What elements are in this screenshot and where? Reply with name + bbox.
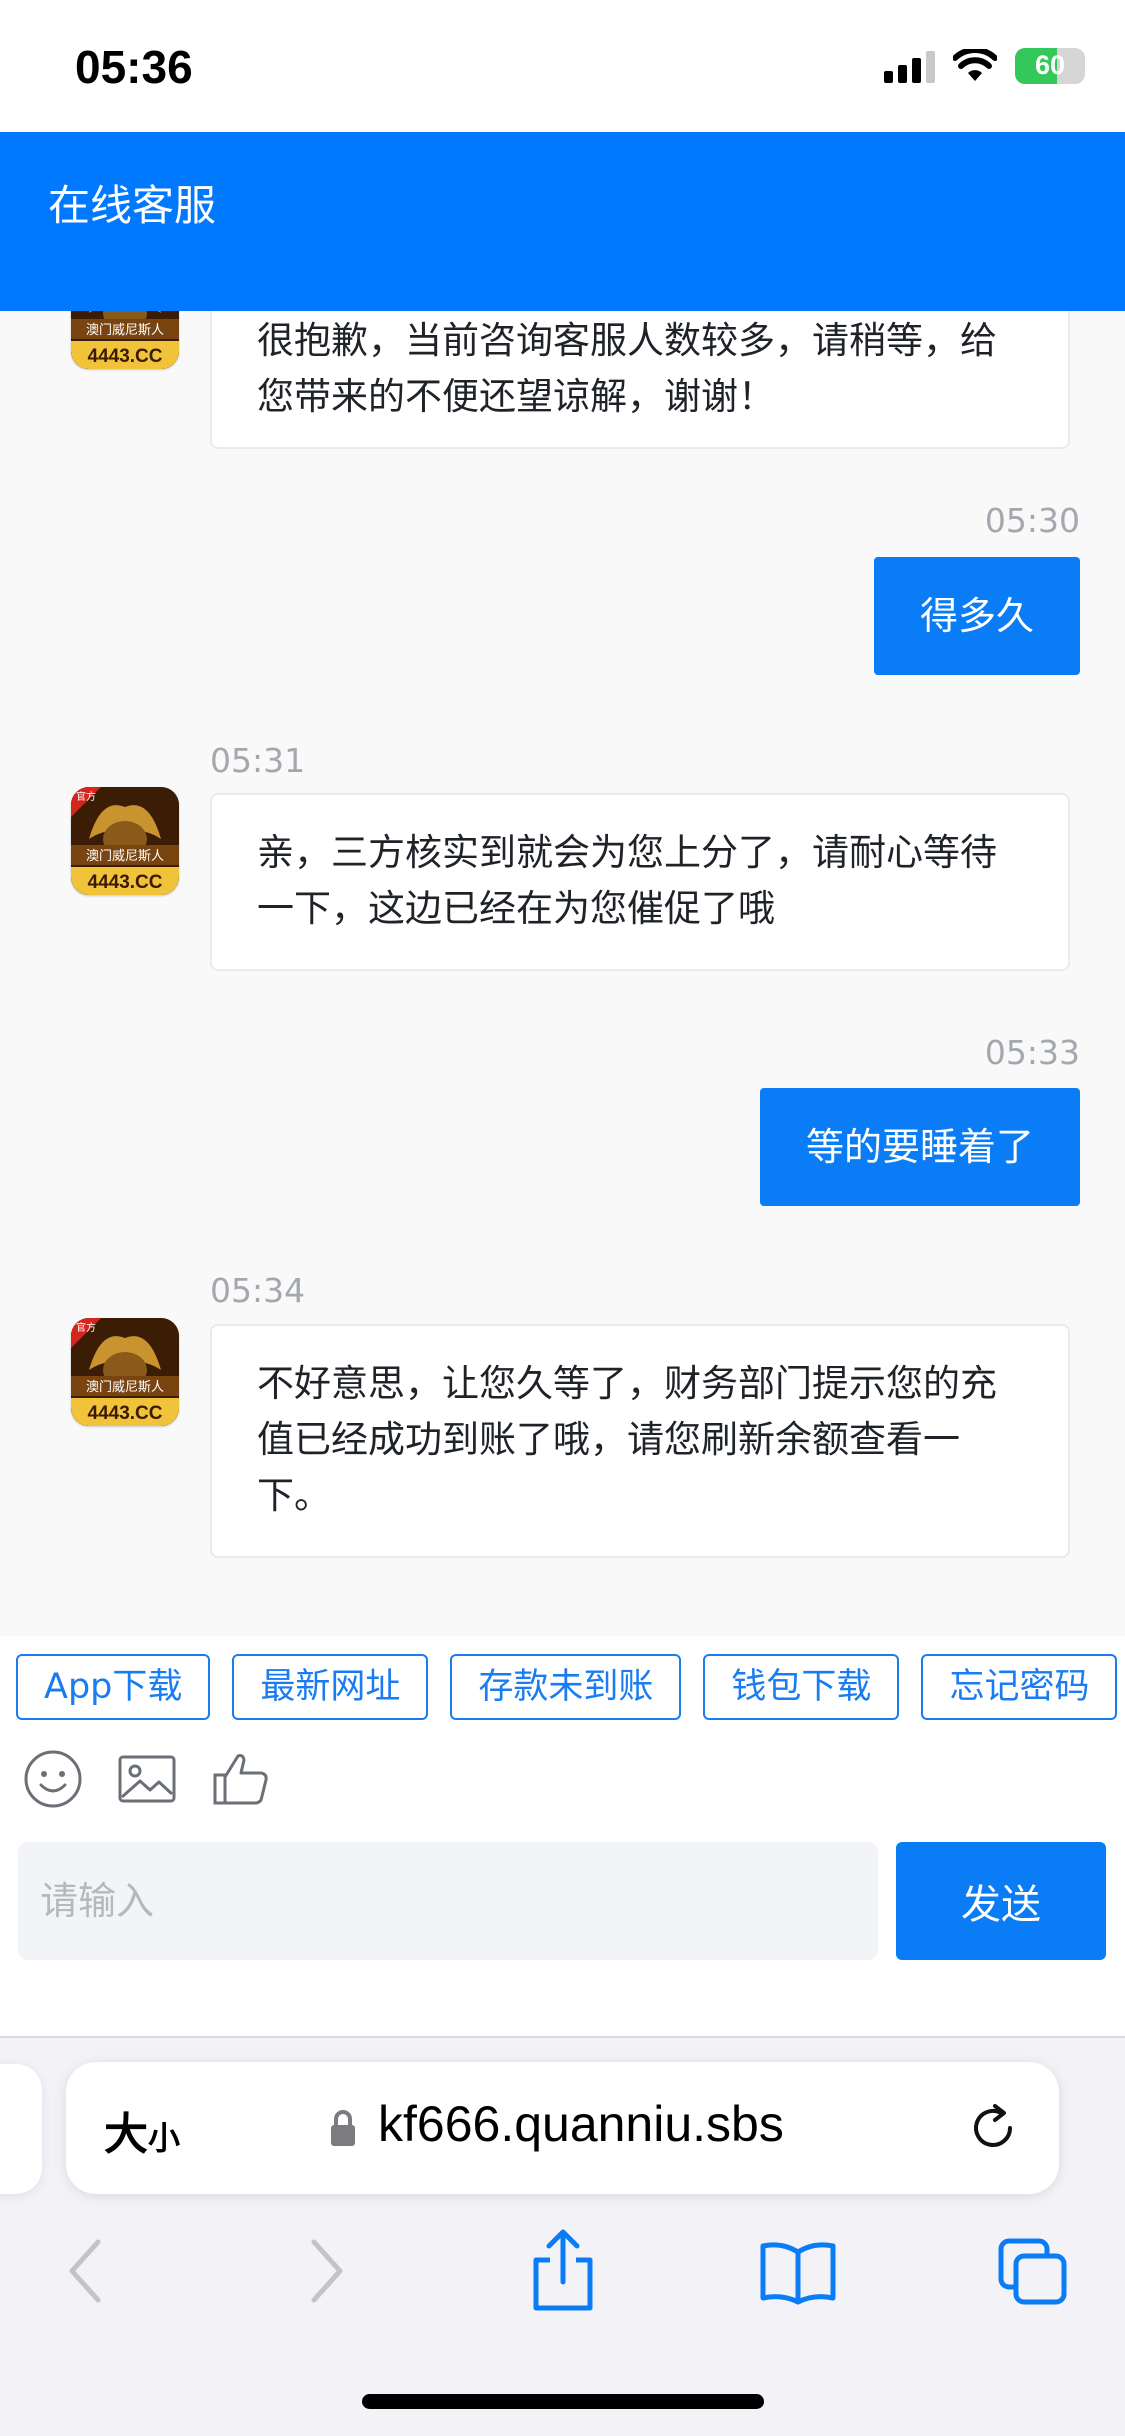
quick-reply-wallet-download[interactable]: 钱包下载 (703, 1654, 900, 1720)
back-icon[interactable] (60, 2236, 110, 2306)
url-text: kf666.quanniu.sbs (378, 2096, 784, 2152)
text-size-button[interactable]: 大小 (104, 2098, 180, 2162)
brand-logo-icon: 官方澳门威尼斯人 4443.CC (71, 1318, 179, 1426)
message-input[interactable] (18, 1842, 878, 1960)
incoming-message: 很抱歉，当前咨询客服人数较多，请稍等，给您带来的不便还望谅解，谢谢！ (210, 311, 1070, 449)
quick-reply-forgot-password[interactable]: 忘记密码 (921, 1654, 1118, 1720)
message-time: 05:30 (984, 501, 1080, 540)
avatar-badge: 官方 (76, 790, 96, 803)
quick-reply-deposit-missing[interactable]: 存款未到账 (450, 1654, 682, 1720)
status-bar: 05:36 60 (0, 0, 1125, 132)
quick-reply-latest-url[interactable]: 最新网址 (232, 1654, 429, 1720)
outgoing-message: 得多久 (873, 557, 1080, 675)
quick-reply-app-download[interactable]: App下载 (16, 1654, 211, 1720)
avatar-site: 4443.CC (88, 1403, 163, 1424)
tabs-icon[interactable] (996, 2236, 1070, 2308)
toolbar (22, 1748, 272, 1810)
image-icon[interactable] (116, 1748, 178, 1810)
message-time: 05:33 (984, 1033, 1080, 1072)
page-title: 在线客服 (48, 181, 217, 230)
incoming-message: 不好意思，让您久等了，财务部门提示您的充值已经成功到账了哦，请您刷新余额查看一下… (210, 1324, 1070, 1558)
message-time: 05:31 (210, 741, 306, 780)
agent-avatar: 官方澳门威尼斯人 4443.CC (71, 1318, 179, 1426)
browser-toolbar: 大小 kf666.quanniu.sbs (0, 2036, 1125, 2436)
message-time: 05:34 (210, 1271, 306, 1310)
text-size-label-big: 大 (104, 2109, 148, 2160)
battery-level: 60 (1034, 50, 1066, 80)
avatar-brand: 澳门威尼斯人 (86, 1379, 164, 1395)
avatar-site: 4443.CC (88, 346, 163, 367)
quick-reply-row: App下载 最新网址 存款未到账 钱包下载 忘记密码 (16, 1654, 1125, 1724)
wifi-icon (953, 49, 997, 81)
share-icon[interactable] (528, 2228, 598, 2314)
app-header: 在线客服 (0, 132, 1125, 311)
thumbs-up-icon[interactable] (210, 1748, 272, 1810)
avatar-badge: 官方 (76, 1321, 96, 1334)
cellular-signal-icon (884, 49, 935, 83)
text-size-label-small: 小 (148, 2119, 181, 2157)
agent-avatar: 官方澳门威尼斯人4443.CC (71, 311, 179, 369)
chat-messages[interactable]: 官方澳门威尼斯人4443.CC 很抱歉，当前咨询客服人数较多，请稍等，给您带来的… (0, 311, 1125, 1636)
send-button[interactable]: 发送 (896, 1842, 1106, 1960)
home-indicator (362, 2394, 764, 2409)
lock-icon (331, 2110, 355, 2146)
previous-tab-preview[interactable] (0, 2064, 42, 2194)
incoming-message: 亲，三方核实到就会为您上分了，请耐心等待一下，这边已经在为您催促了哦 (210, 793, 1070, 971)
brand-logo-icon: 官方澳门威尼斯人4443.CC (71, 311, 179, 369)
status-time: 05:36 (75, 41, 193, 93)
brand-logo-icon: 官方澳门威尼斯人 4443.CC (71, 787, 179, 895)
forward-icon[interactable] (302, 2236, 352, 2306)
address-bar[interactable]: 大小 kf666.quanniu.sbs (66, 2062, 1059, 2194)
status-icons: 60 (884, 48, 1085, 84)
battery-icon: 60 (1015, 48, 1085, 84)
outgoing-message: 等的要睡着了 (759, 1088, 1080, 1206)
bookmarks-icon[interactable] (758, 2240, 838, 2306)
avatar-brand: 澳门威尼斯人 (86, 848, 164, 864)
avatar-site: 4443.CC (88, 872, 163, 893)
emoji-icon[interactable] (22, 1748, 84, 1810)
reload-icon[interactable] (965, 2100, 1021, 2156)
browser-nav-row (0, 2229, 1125, 2346)
input-panel: App下载最新网址存款未到账钱包下载忘记密码 发送 (0, 1636, 1125, 2036)
avatar-brand: 澳门威尼斯人 (86, 322, 164, 338)
agent-avatar: 官方澳门威尼斯人 4443.CC (71, 787, 179, 895)
